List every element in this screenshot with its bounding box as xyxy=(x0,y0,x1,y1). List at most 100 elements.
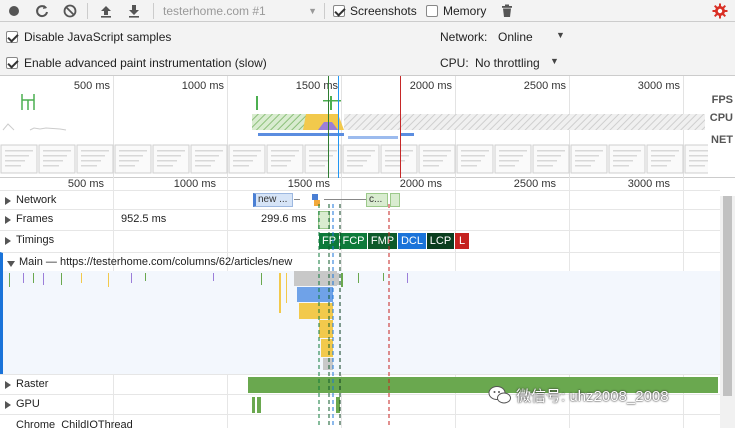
thumbnail-content-line xyxy=(5,165,21,167)
thumbnail-content-line xyxy=(347,150,375,152)
cpu-label: CPU xyxy=(709,112,733,124)
thumbnail-content-line xyxy=(575,155,599,157)
cpu-throttle-label: CPU: xyxy=(440,56,469,70)
thumbnail-content-line xyxy=(347,155,371,157)
wechat-icon xyxy=(488,386,511,404)
thumbnail-content-line xyxy=(575,165,591,167)
download-icon[interactable] xyxy=(126,3,142,19)
screenshots-checkbox[interactable] xyxy=(333,5,345,17)
thumbnail-content-line xyxy=(43,160,63,162)
toolbar-separator xyxy=(324,3,325,19)
upload-icon[interactable] xyxy=(98,3,114,19)
overview-marker-line xyxy=(338,76,339,178)
thumbnail-content-line xyxy=(271,160,291,162)
screenshot-filmstrip[interactable] xyxy=(0,144,708,174)
overview-marker-line xyxy=(328,76,329,178)
thumbnail-content-line xyxy=(233,165,249,167)
memory-checkbox[interactable] xyxy=(426,5,438,17)
thumbnail-content-line xyxy=(423,160,443,162)
thumbnail-content-line xyxy=(385,150,413,152)
thumbnail-content-line xyxy=(461,165,477,167)
thumbnail-content-line xyxy=(195,150,223,152)
network-wait-line xyxy=(294,199,300,200)
overview-marker-line xyxy=(400,76,401,178)
screenshot-thumbnail xyxy=(304,144,342,174)
thumbnail-content-line xyxy=(157,150,185,152)
thumbnail-content-line xyxy=(385,155,409,157)
thumbnail-content-line xyxy=(613,160,633,162)
cpu-throttle-select[interactable]: No throttling ▼ xyxy=(471,54,566,72)
thumbnail-content-line xyxy=(271,150,299,152)
capture-settings-pane: Disable JavaScript samples Enable advanc… xyxy=(0,22,735,76)
clear-icon[interactable] xyxy=(62,3,78,19)
thumbnail-content-line xyxy=(575,150,603,152)
screenshot-thumbnail xyxy=(684,144,708,174)
thumbnail-content-line xyxy=(385,165,401,167)
thumbnail-content-line xyxy=(5,155,29,157)
thumbnail-content-line xyxy=(309,150,337,152)
toolbar: testerhome.com #1 ▼ Screenshots Memory xyxy=(0,0,735,22)
screenshot-thumbnail xyxy=(0,144,38,174)
garbage-collect-icon[interactable] xyxy=(499,3,515,19)
advanced-paint-checkbox[interactable] xyxy=(6,57,18,69)
timeline-overview[interactable]: 500 ms 1000 ms 1500 ms 2000 ms 2500 ms 3… xyxy=(0,76,735,178)
thumbnail-content-line xyxy=(309,160,329,162)
recording-select-value: testerhome.com #1 xyxy=(163,4,266,18)
thumbnail-content-line xyxy=(157,160,177,162)
screenshot-thumbnail xyxy=(38,144,76,174)
thumbnail-content-line xyxy=(233,150,261,152)
thumbnail-content-line xyxy=(651,155,675,157)
thumbnail-content-line xyxy=(461,155,485,157)
thumbnail-content-line xyxy=(233,155,257,157)
thumbnail-content-line xyxy=(119,155,143,157)
fps-graph xyxy=(21,94,341,110)
screenshot-thumbnail xyxy=(228,144,266,174)
thumbnail-content-line xyxy=(499,150,527,152)
thumbnail-content-line xyxy=(5,160,25,162)
disable-js-samples-label: Disable JavaScript samples xyxy=(24,30,172,44)
disable-js-samples-checkbox[interactable] xyxy=(6,31,18,43)
thumbnail-content-line xyxy=(195,165,211,167)
screenshot-thumbnail xyxy=(380,144,418,174)
network-throttle-select[interactable]: Online ▼ xyxy=(494,28,574,46)
network-throttle-label: Network: xyxy=(440,30,488,44)
thumbnail-content-line xyxy=(43,150,71,152)
thumbnail-content-line xyxy=(499,160,519,162)
record-icon[interactable] xyxy=(6,3,22,19)
thumbnail-content-line xyxy=(119,160,139,162)
screenshot-thumbnail xyxy=(152,144,190,174)
flame-scrollbar[interactable] xyxy=(720,196,735,428)
screenshots-label: Screenshots xyxy=(350,4,417,18)
scrollbar-thumb[interactable] xyxy=(723,196,732,396)
thumbnail-content-line xyxy=(537,165,553,167)
thumbnail-content-line xyxy=(423,165,439,167)
screenshot-thumbnail xyxy=(114,144,152,174)
reload-icon[interactable] xyxy=(34,3,50,19)
flame-tick: 500 ms xyxy=(67,178,104,190)
chevron-down-icon: ▼ xyxy=(308,6,317,16)
recording-select[interactable]: testerhome.com #1 ▼ xyxy=(163,2,321,20)
screenshot-thumbnail xyxy=(570,144,608,174)
thumbnail-content-line xyxy=(119,165,135,167)
thumbnail-content-line xyxy=(309,165,325,167)
thumbnail-content-line xyxy=(43,155,67,157)
thumbnail-content-line xyxy=(119,150,147,152)
screenshot-thumbnail xyxy=(342,144,380,174)
thumbnail-content-line xyxy=(271,155,295,157)
settings-gear-icon[interactable] xyxy=(712,3,728,19)
chevron-down-icon: ▼ xyxy=(556,30,565,40)
screenshot-thumbnail xyxy=(456,144,494,174)
thumbnail-content-line xyxy=(423,155,447,157)
thumbnail-content-line xyxy=(347,160,367,162)
thumbnail-content-line xyxy=(157,155,181,157)
wechat-watermark: 微信号: uhz2008_2008 xyxy=(488,383,720,409)
thumbnail-content-line xyxy=(347,165,363,167)
thumbnail-content-line xyxy=(309,155,333,157)
thumbnail-content-line xyxy=(613,165,629,167)
flame-tick: 1000 ms xyxy=(173,178,216,190)
thumbnail-content-line xyxy=(689,165,705,167)
thumbnail-content-line xyxy=(689,160,708,162)
flame-tick: 2000 ms xyxy=(399,178,442,190)
cpu-graph xyxy=(2,114,705,131)
flame-tick: 1500 ms xyxy=(287,178,330,190)
